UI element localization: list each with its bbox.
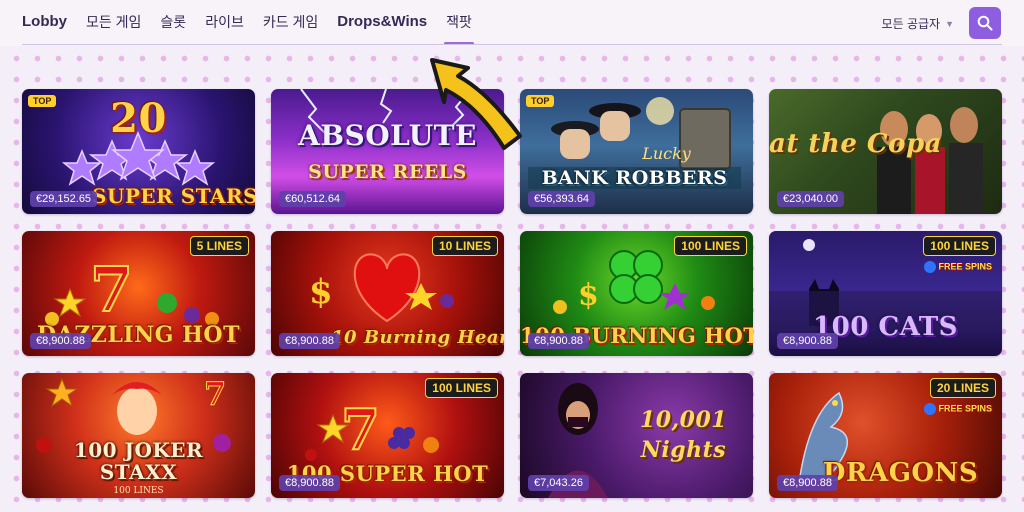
category-nav: Lobby 모든 게임 슬롯 라이브 카드 게임 Drops&Wins 잭팟 xyxy=(22,13,491,45)
free-spins-icon xyxy=(924,403,937,415)
chevron-down-icon: ▼ xyxy=(945,18,954,29)
game-title: at the Copa xyxy=(769,129,942,159)
free-spins-icon xyxy=(924,261,937,273)
nav-slots[interactable]: 슬롯 xyxy=(160,13,186,31)
game-tile[interactable]: $ 100 BURNING HOT 100 LINES €8,900.88 xyxy=(520,231,753,356)
jackpot-amount: €8,900.88 xyxy=(279,475,340,491)
provider-label: 모든 공급자 xyxy=(881,17,941,31)
game-tile[interactable]: 10,001 Nights €7,043.26 xyxy=(520,373,753,498)
jackpot-amount: €8,900.88 xyxy=(777,333,838,349)
game-tile[interactable]: 7 100 SUPER HOT 100 LINES €8,900.88 xyxy=(271,373,504,498)
svg-text:7: 7 xyxy=(204,375,226,413)
game-tile[interactable]: Lucky BANK ROBBERS TOP €56,393.64 xyxy=(520,89,753,214)
free-spins-badge: FREE SPINS xyxy=(924,261,992,273)
nav-jackpot[interactable]: 잭팟 xyxy=(444,13,474,45)
svg-text:7: 7 xyxy=(90,253,133,326)
jackpot-amount: €8,900.88 xyxy=(777,475,838,491)
top-nav-bar: Lobby 모든 게임 슬롯 라이브 카드 게임 Drops&Wins 잭팟 모… xyxy=(0,0,1024,46)
nav-card-games[interactable]: 카드 게임 xyxy=(263,13,318,31)
pointer-arrow-icon xyxy=(430,58,522,150)
lines-badge: 100 LINES xyxy=(674,236,747,256)
lines-badge: 20 LINES xyxy=(929,378,996,398)
nav-divider xyxy=(22,44,1002,45)
game-subtitle: 100 LINES xyxy=(113,486,164,496)
svg-text:$: $ xyxy=(309,272,333,312)
game-title: 10,001 Nights xyxy=(639,407,728,463)
jackpot-amount: €56,393.64 xyxy=(528,191,596,207)
nav-all-games[interactable]: 모든 게임 xyxy=(86,13,141,31)
nav-lobby[interactable]: Lobby xyxy=(22,13,67,31)
game-title: Lucky xyxy=(642,144,691,163)
game-tile[interactable]: 7 100 JOKER STAXX 100 LINES xyxy=(22,373,255,498)
provider-dropdown[interactable]: 모든 공급자 ▼ xyxy=(882,15,954,32)
game-tile[interactable]: 20 SUPER STARS TOP €29,152.65 xyxy=(22,89,255,214)
jackpot-amount: €60,512.64 xyxy=(279,191,347,207)
game-tile[interactable]: $ 10 Burning Heart 10 LINES €8,900.88 xyxy=(271,231,504,356)
lines-badge: 5 LINES xyxy=(189,236,249,256)
search-icon xyxy=(977,15,993,31)
nav-live[interactable]: 라이브 xyxy=(205,13,244,31)
game-subtitle: SUPER STARS xyxy=(92,184,255,208)
nav-drops-wins[interactable]: Drops&Wins xyxy=(337,13,427,31)
jackpot-amount: €29,152.65 xyxy=(30,191,98,207)
free-spins-label: FREE SPINS xyxy=(938,403,992,414)
free-spins-badge: FREE SPINS xyxy=(924,403,992,415)
top-badge: TOP xyxy=(526,95,555,107)
game-tile[interactable]: 100 CATS 100 LINES FREE SPINS €8,900.88 xyxy=(769,231,1002,356)
lines-badge: 100 LINES xyxy=(425,378,498,398)
jackpot-amount: €7,043.26 xyxy=(528,475,589,491)
game-tile[interactable]: at the Copa €23,040.00 xyxy=(769,89,1002,214)
search-button[interactable] xyxy=(969,7,1001,39)
game-subtitle: SUPER REELS xyxy=(308,161,467,183)
game-tile[interactable]: DRAGONS 20 LINES FREE SPINS €8,900.88 xyxy=(769,373,1002,498)
game-title: 20 xyxy=(110,95,167,142)
game-subtitle: BANK ROBBERS xyxy=(528,167,741,189)
svg-text:$: $ xyxy=(578,278,599,313)
game-tile[interactable]: 7 DAZZLING HOT 5 LINES €8,900.88 xyxy=(22,231,255,356)
game-title: 10 Burning Heart xyxy=(331,327,504,348)
top-badge: TOP xyxy=(28,95,57,107)
lines-badge: 10 LINES xyxy=(431,236,498,256)
svg-text:7: 7 xyxy=(341,397,380,463)
jackpot-amount: €8,900.88 xyxy=(30,333,91,349)
jackpot-amount: €23,040.00 xyxy=(777,191,845,207)
free-spins-label: FREE SPINS xyxy=(938,261,992,272)
lines-badge: 100 LINES xyxy=(923,236,996,256)
game-title: 100 JOKER STAXX xyxy=(73,438,204,484)
jackpot-amount: €8,900.88 xyxy=(279,333,340,349)
jackpot-amount: €8,900.88 xyxy=(528,333,589,349)
